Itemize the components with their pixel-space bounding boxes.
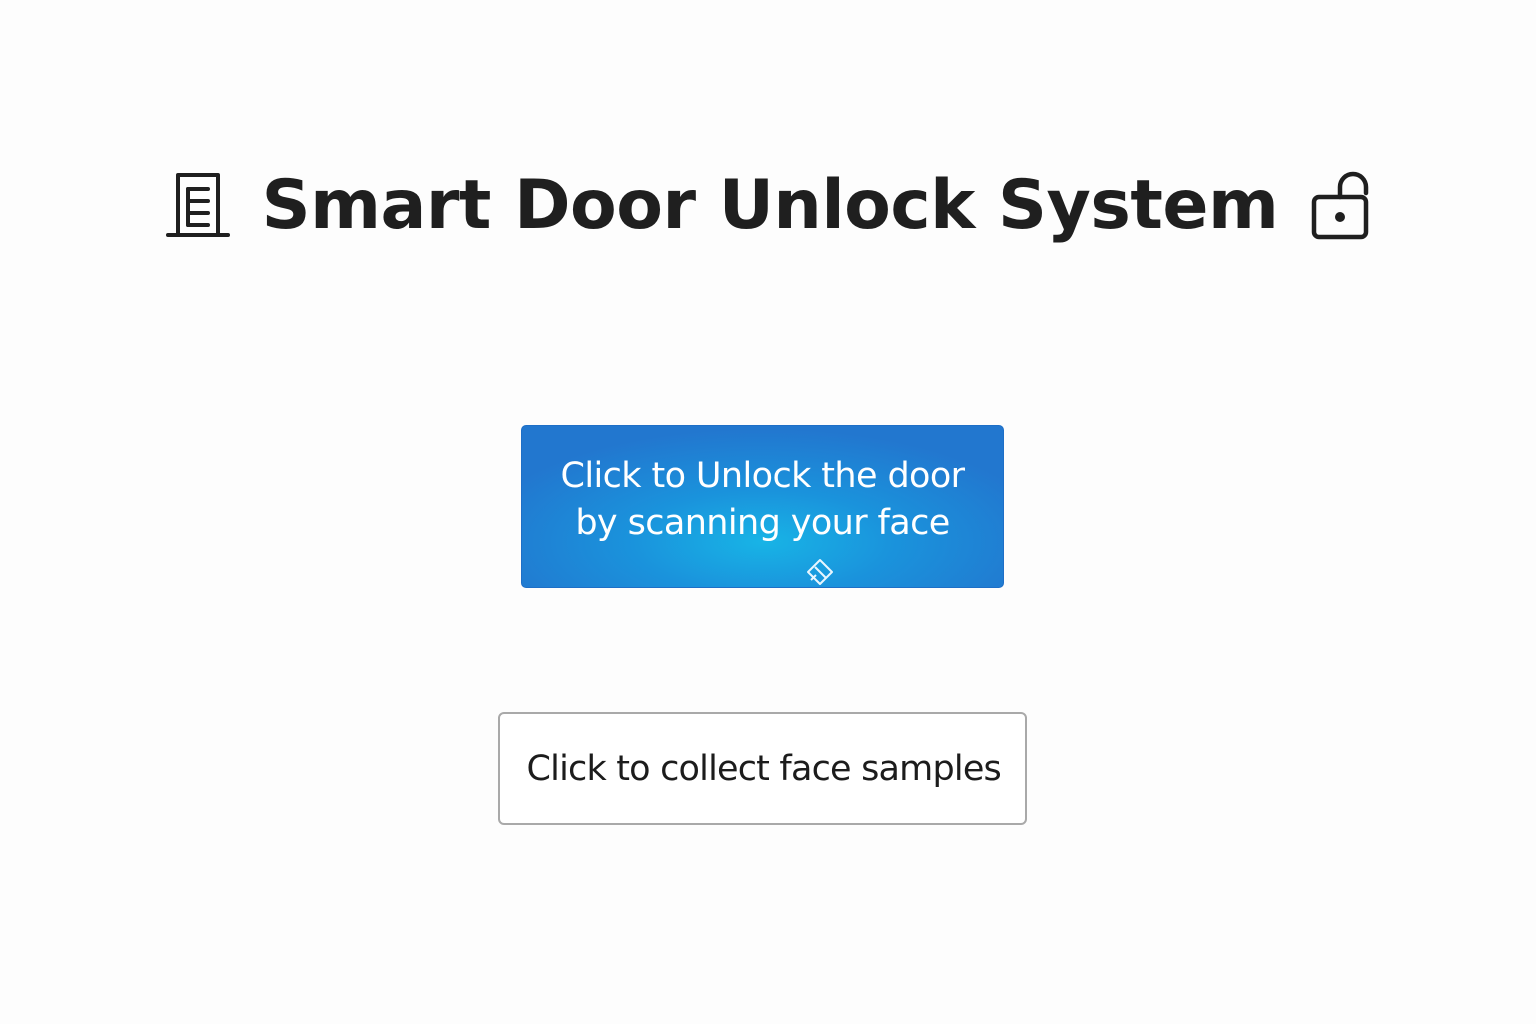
- unlock-button-label-line1: Click to Unlock the door: [560, 455, 966, 496]
- unlock-button-label-line2: by scanning your face: [575, 502, 950, 543]
- pointer-cursor-icon: [806, 558, 834, 590]
- collect-button-label: Click to collect face samples: [526, 748, 1002, 789]
- collect-face-samples-button[interactable]: Click to collect face samples: [498, 712, 1027, 825]
- page-header: Smart Door Unlock System: [0, 150, 1536, 260]
- door-icon: [165, 171, 230, 239]
- unlock-door-button[interactable]: Click to Unlock the door by scanning you…: [521, 425, 1004, 588]
- page: Smart Door Unlock System Click to Unlock…: [0, 0, 1536, 1024]
- unlock-icon: [1310, 167, 1370, 243]
- page-title: Smart Door Unlock System: [261, 165, 1279, 245]
